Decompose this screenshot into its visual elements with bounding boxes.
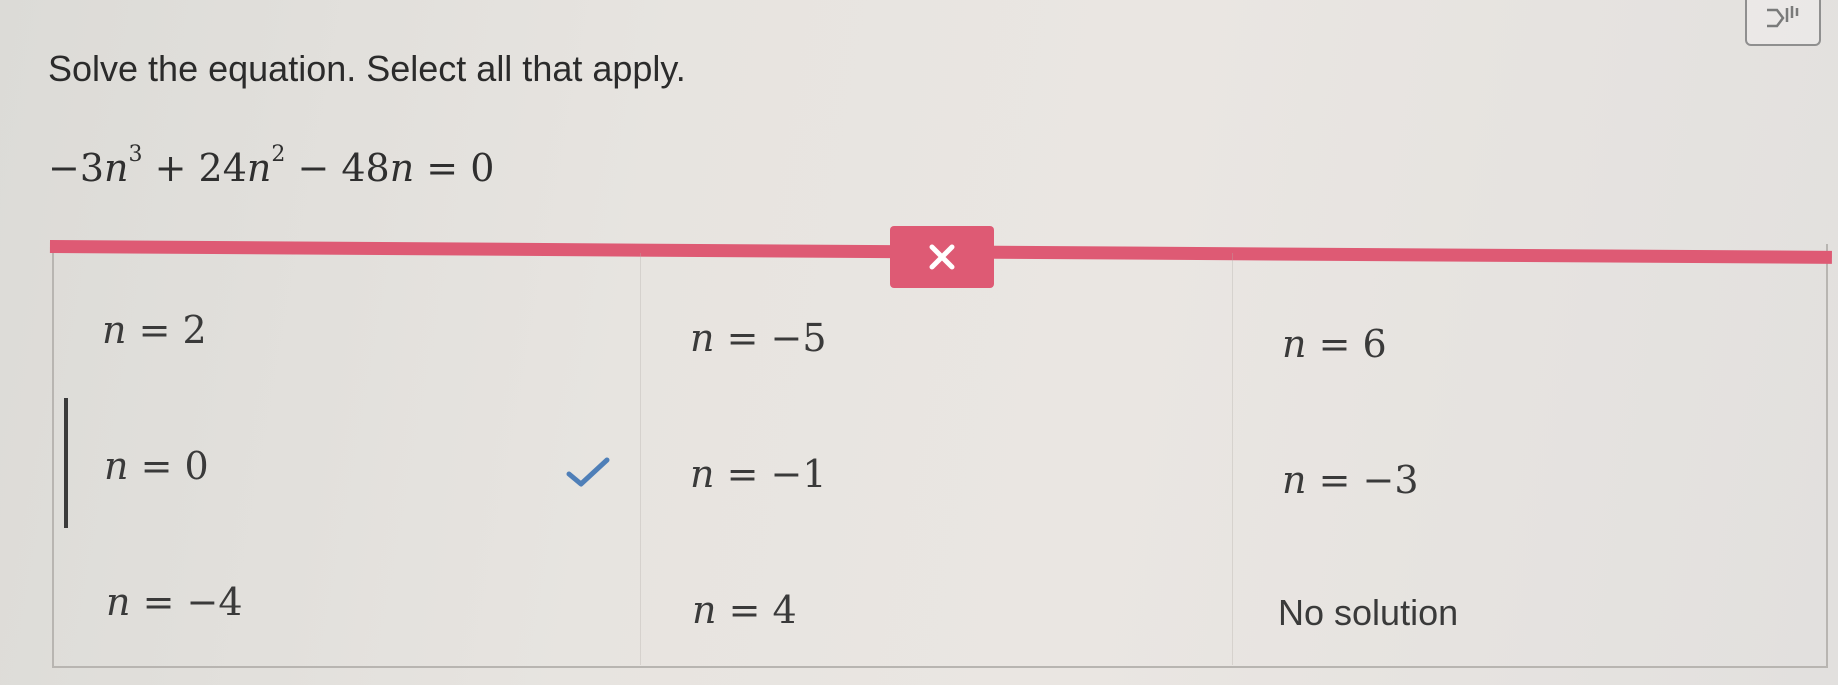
focus-indicator (64, 398, 68, 528)
close-feedback-button[interactable] (890, 226, 994, 288)
option-n-equals-0[interactable]: n = 0 (104, 444, 209, 488)
option-n-equals-neg4[interactable]: n = −4 (106, 580, 243, 624)
option-no-solution[interactable]: No solution (1278, 592, 1458, 634)
option-n-equals-4[interactable]: n = 4 (692, 588, 797, 632)
question-prompt: Solve the equation. Select all that appl… (48, 48, 686, 89)
option-n-equals-6[interactable]: n = 6 (1282, 322, 1387, 366)
checkmark-icon (565, 456, 613, 495)
close-icon (929, 244, 955, 270)
option-n-equals-neg1[interactable]: n = −1 (690, 452, 827, 496)
option-n-equals-neg5[interactable]: n = −5 (690, 316, 827, 360)
option-n-equals-2[interactable]: n = 2 (102, 308, 207, 352)
speaker-icon (1767, 6, 1799, 28)
option-n-equals-neg3[interactable]: n = −3 (1282, 458, 1419, 502)
answer-choices-panel (52, 244, 1828, 668)
column-divider (1232, 253, 1233, 665)
text-to-speech-button[interactable] (1745, 0, 1821, 46)
equation: −3n3 + 24n2 − 48n = 0 (48, 142, 495, 191)
column-divider (640, 253, 641, 665)
